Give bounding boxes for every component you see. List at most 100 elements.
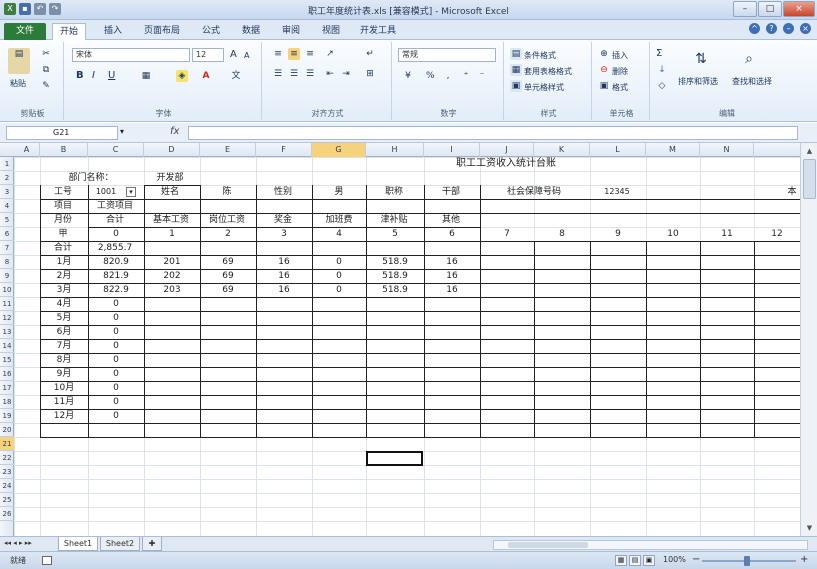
index-number-cell[interactable]: 1 [144,227,200,241]
vertical-scroll-thumb[interactable] [803,159,816,199]
page-break-view-icon[interactable]: ▣ [643,555,655,566]
paste-button[interactable]: 粘贴 [10,78,26,89]
header-other[interactable]: 其他 [424,213,478,227]
month-label-cell[interactable]: 7月 [40,339,88,353]
increase-indent-icon[interactable]: ⇥ [340,68,352,80]
tab-view[interactable]: 视图 [316,23,346,40]
month-value-cell[interactable]: 203 [144,283,200,297]
worksheet-grid[interactable]: ABCDEFGHIJKLMN 1 2 3 4 5 6 7 8 9 10 11 12 13 14 15 16 17… [0,143,800,536]
workbook-minimize-icon[interactable]: – [783,23,794,34]
row-header-8[interactable]: 8 [0,255,14,269]
border-icon[interactable]: ▦ [140,70,152,82]
emp-no-label[interactable]: 工号 [40,185,86,199]
salary-item-label[interactable]: 工资项目 [88,199,142,213]
format-painter-icon[interactable]: ✎ [40,80,52,92]
bold-button[interactable]: B [76,70,84,81]
row-header-12[interactable]: 12 [0,311,14,325]
title-label[interactable]: 职称 [366,185,422,199]
month-label-cell[interactable]: 12月 [40,409,88,423]
font-size-select[interactable]: 12 [192,48,224,62]
sheet-title[interactable]: 职工工资收入统计台账 [366,157,646,171]
formula-input[interactable] [188,126,798,140]
increase-decimal-icon[interactable]: ⁺ [460,70,472,82]
horizontal-scroll-thumb[interactable] [508,542,588,548]
month-value-cell[interactable]: 16 [424,283,480,297]
index-label[interactable]: 甲 [40,227,86,241]
row-header-9[interactable]: 9 [0,269,14,283]
column-header-m[interactable]: M [646,143,700,157]
minimize-button[interactable]: – [733,1,757,17]
decrease-indent-icon[interactable]: ⇤ [324,68,336,80]
row-header-5[interactable]: 5 [0,213,14,227]
row-header-3[interactable]: 3 [0,185,14,199]
month-label-cell[interactable]: 10月 [40,381,88,395]
underline-button[interactable]: U [108,70,115,81]
month-value-cell[interactable]: 0 [312,283,366,297]
fill-color-icon[interactable]: ◈ [176,70,188,82]
emp-no-dropdown-icon[interactable]: ▾ [126,187,136,197]
scroll-down-icon[interactable]: ▼ [803,522,816,534]
decrease-decimal-icon[interactable]: ⁻ [476,70,488,82]
month-total-cell[interactable]: 0 [88,311,144,325]
column-header-d[interactable]: D [144,143,200,157]
row-header-6[interactable]: 6 [0,227,14,241]
vertical-scrollbar[interactable]: ▲ ▼ [800,143,817,536]
row-header-20[interactable]: 20 [0,423,14,437]
dept-label[interactable]: 部门名称： [56,171,126,185]
fill-icon[interactable]: ↓ [656,64,668,76]
ss-value[interactable]: 12345 [590,185,644,199]
zoom-slider-thumb[interactable] [744,556,750,566]
clear-icon[interactable]: ◇ [656,80,668,92]
month-value-cell[interactable]: 518.9 [366,283,424,297]
month-label-cell[interactable]: 9月 [40,367,88,381]
currency-icon[interactable]: ¥ [402,70,414,82]
index-number-cell[interactable]: 11 [700,227,754,241]
header-basic-salary[interactable]: 基本工资 [144,213,198,227]
month-total-cell[interactable]: 0 [88,395,144,409]
zoom-in-icon[interactable]: + [800,554,808,565]
month-value-cell[interactable]: 0 [312,255,366,269]
row-header-19[interactable]: 19 [0,409,14,423]
tab-review[interactable]: 审阅 [276,23,306,40]
sheet-tab-sheet2[interactable]: Sheet2 [100,537,140,551]
workbook-close-icon[interactable]: × [800,23,811,34]
gender-label[interactable]: 性别 [256,185,310,199]
copy-icon[interactable]: ⧉ [40,64,52,76]
column-header-h[interactable]: H [366,143,424,157]
tab-file[interactable]: 文件 [4,23,46,40]
month-value-cell[interactable]: 69 [200,255,256,269]
column-header-l[interactable]: L [590,143,646,157]
column-header-b[interactable]: B [40,143,88,157]
zoom-out-icon[interactable]: − [692,554,700,565]
index-number-cell[interactable]: 0 [88,227,144,241]
row-header-14[interactable]: 14 [0,339,14,353]
orientation-icon[interactable]: ↗ [324,48,336,60]
find-select-button[interactable]: 查找和选择 [732,76,772,87]
shrink-font-button[interactable]: A [244,51,249,60]
column-header-n[interactable]: N [700,143,754,157]
tab-insert[interactable]: 插入 [96,23,130,40]
row-header-25[interactable]: 25 [0,493,14,507]
row-header-2[interactable]: 2 [0,171,14,185]
month-label-cell[interactable]: 2月 [40,269,88,283]
month-label-cell[interactable]: 3月 [40,283,88,297]
row-header-18[interactable]: 18 [0,395,14,409]
month-label-cell[interactable]: 8月 [40,353,88,367]
align-top-icon[interactable]: ≡ [272,48,284,60]
column-header-g[interactable]: G [312,143,366,157]
column-header-k[interactable]: K [534,143,590,157]
row-header-26[interactable]: 26 [0,507,14,521]
grand-total-value[interactable]: 2,855.7 [88,241,142,255]
month-label[interactable]: 月份 [40,213,86,227]
autosum-button[interactable]: Σ [656,48,662,59]
title-value[interactable]: 干部 [424,185,478,199]
insert-cells-button[interactable]: 插入 [612,50,628,61]
column-header-a[interactable]: A [14,143,40,157]
index-number-cell[interactable]: 8 [534,227,590,241]
grand-total-label[interactable]: 合计 [40,241,86,255]
column-header-c[interactable]: C [88,143,144,157]
number-format-select[interactable]: 常规 [398,48,496,62]
index-number-cell[interactable]: 5 [366,227,424,241]
month-label-cell[interactable]: 6月 [40,325,88,339]
name-label[interactable]: 姓名 [144,185,196,199]
